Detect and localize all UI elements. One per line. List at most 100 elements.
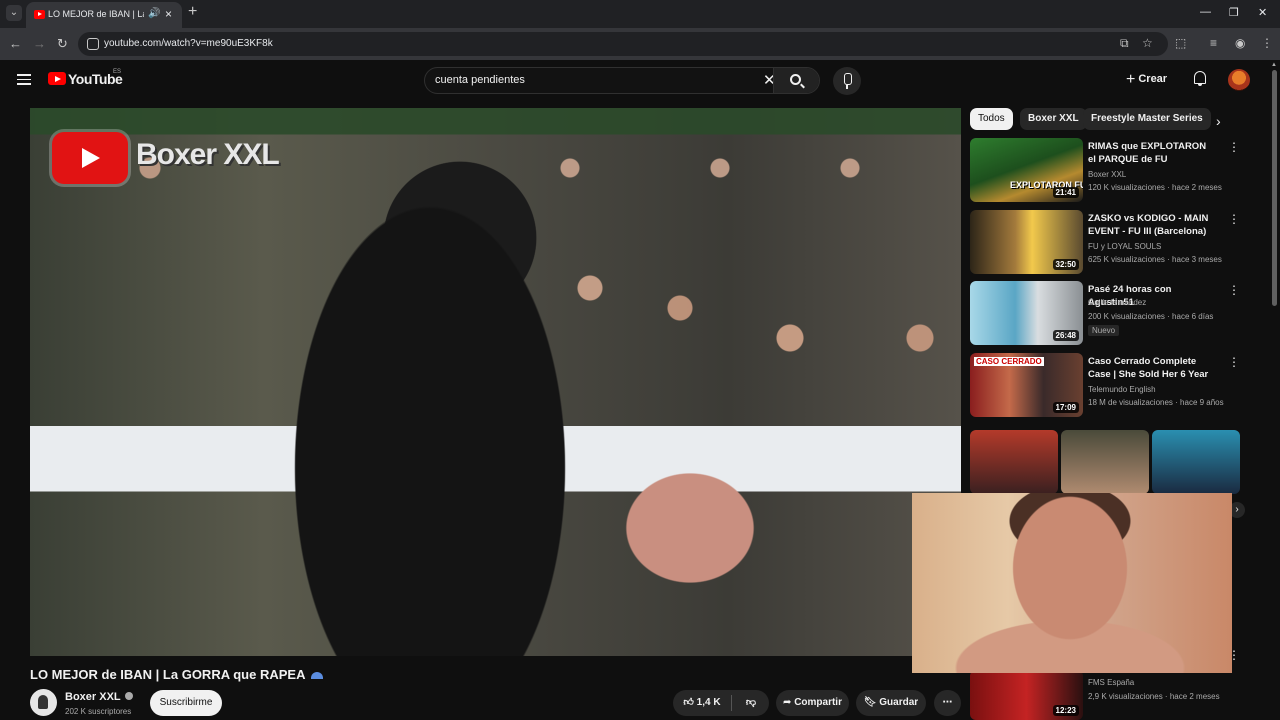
scroll-up-icon[interactable]: ▲: [1271, 62, 1277, 68]
list-item[interactable]: 26:48 Pasé 24 horas con Agustin51 Guille…: [970, 281, 1240, 349]
notifications-bell-icon[interactable]: [1193, 70, 1207, 86]
search-button[interactable]: [773, 68, 819, 93]
video-thumbnail[interactable]: CASO CERRADO 17:09: [970, 353, 1083, 417]
tab-search-icon[interactable]: ⌄: [6, 5, 22, 21]
recommendation-meta: 200 K visualizaciones · hace 6 días: [1088, 312, 1214, 321]
forward-icon[interactable]: →: [33, 36, 46, 51]
recommendation-meta: 120 K visualizaciones · hace 2 meses: [1088, 183, 1222, 192]
duration-badge: 12:23: [1052, 705, 1079, 716]
duration-badge: 26:48: [1052, 330, 1079, 341]
more-options-icon[interactable]: ⋮: [1228, 140, 1240, 154]
search-icon: [790, 74, 801, 85]
site-info-icon[interactable]: [87, 38, 99, 50]
media-control-icon[interactable]: ≡: [1210, 36, 1217, 50]
extensions-icon[interactable]: ⬚: [1175, 36, 1186, 50]
share-icon: ➦: [783, 697, 795, 708]
reload-icon[interactable]: ↻: [57, 36, 68, 52]
like-button[interactable]: 👍︎ 1,4 K: [673, 690, 731, 716]
close-window-icon[interactable]: ✕: [1258, 6, 1267, 19]
thumbnail-text: CASO CERRADO: [974, 357, 1044, 366]
recommendation-title[interactable]: RIMAS que EXPLOTARON el PARQUE de FU MON…: [1088, 140, 1216, 167]
page-scrollbar[interactable]: [1272, 70, 1277, 306]
more-options-icon[interactable]: ⋮: [1228, 648, 1240, 662]
url-text[interactable]: youtube.com/watch?v=me90uE3KF8k: [104, 38, 273, 49]
duration-badge: 21:41: [1052, 187, 1079, 198]
video-thumbnail[interactable]: 12:23: [970, 670, 1083, 720]
recommendation-title[interactable]: ZASKO vs KODIGO - MAIN EVENT - FU III (B…: [1088, 212, 1216, 238]
webcam-overlay: [912, 493, 1232, 673]
browser-tabstrip: ⌄ LO MEJOR de IBAN | La GO 🔊 × + — ❐ ✕: [0, 0, 1280, 28]
video-thumbnail[interactable]: 32:50: [970, 210, 1083, 274]
dislike-button[interactable]: 👎︎: [737, 690, 765, 716]
verified-icon: [124, 692, 133, 700]
recommendation-meta: 625 K visualizaciones · hace 3 meses: [1088, 255, 1222, 264]
audio-playing-icon[interactable]: 🔊: [148, 8, 160, 19]
channel-watermark-text: Boxer XXL: [136, 138, 280, 171]
voice-search-icon[interactable]: [833, 67, 861, 95]
bookmark-star-icon[interactable]: ☆: [1142, 36, 1153, 50]
recommendation-title[interactable]: Caso Cerrado Complete Case | She Sold He…: [1088, 355, 1216, 382]
thumbs-up-icon: 👍︎: [683, 697, 697, 708]
address-bar[interactable]: youtube.com/watch?v=me90uE3KF8k ⧉ ☆: [78, 32, 1168, 56]
thumbs-down-icon: 👎︎: [745, 697, 757, 708]
browser-tab[interactable]: LO MEJOR de IBAN | La GO 🔊 ×: [26, 2, 182, 28]
video-player[interactable]: Boxer XXL: [30, 108, 961, 656]
short-thumbnail[interactable]: [970, 430, 1058, 494]
chip-boxer-xxl[interactable]: Boxer XXL: [1020, 108, 1087, 130]
video-title: LO MEJOR de IBAN | La GORRA que RAPEA: [30, 667, 324, 682]
chip-todos[interactable]: Todos: [970, 108, 1013, 130]
channel-name-text[interactable]: Boxer XXL: [65, 691, 121, 703]
short-thumbnail[interactable]: [1152, 430, 1240, 494]
channel-avatar[interactable]: [30, 689, 57, 716]
share-label: Compartir: [794, 697, 842, 708]
subscribe-button[interactable]: Suscribirme: [150, 690, 222, 716]
more-options-icon[interactable]: ⋮: [1228, 283, 1240, 297]
shorts-shelf: [970, 430, 1240, 494]
video-thumbnail[interactable]: EXPLOTARON FU MONS 21:41: [970, 138, 1083, 202]
recommendation-channel[interactable]: FU y LOYAL SOULS: [1088, 242, 1161, 251]
recommendation-channel[interactable]: Telemundo English: [1088, 385, 1156, 394]
video-title-text: LO MEJOR de IBAN | La GORRA que RAPEA: [30, 667, 306, 682]
youtube-masthead: YouTube ES cuenta pendientes ✕ + Crear: [0, 60, 1270, 100]
duration-badge: 32:50: [1052, 259, 1079, 270]
more-options-icon[interactable]: ⋮: [1228, 355, 1240, 369]
search-box[interactable]: cuenta pendientes ✕: [424, 67, 820, 94]
channel-name[interactable]: Boxer XXL: [65, 691, 133, 703]
create-button[interactable]: + Crear: [1126, 71, 1167, 89]
search-input[interactable]: cuenta pendientes: [435, 74, 525, 86]
share-button[interactable]: ➦ Compartir: [776, 690, 849, 716]
save-button[interactable]: 🔖︎ Guardar: [856, 690, 926, 716]
new-tab-icon[interactable]: +: [188, 3, 197, 21]
menu-icon[interactable]: [17, 74, 31, 85]
recommendation-channel[interactable]: Boxer XXL: [1088, 170, 1126, 179]
recommendation-meta: 2,9 K visualizaciones · hace 2 meses: [1088, 692, 1220, 701]
more-actions-icon[interactable]: ⋯: [934, 690, 961, 716]
create-label: Crear: [1138, 73, 1168, 85]
video-thumbnail[interactable]: 26:48: [970, 281, 1083, 345]
list-item[interactable]: 12:23 FMS España 2,9 K visualizaciones ·…: [970, 670, 1228, 720]
profile-icon[interactable]: ◉: [1235, 36, 1245, 50]
cast-icon[interactable]: ⧉: [1120, 36, 1129, 51]
recommendation-channel[interactable]: FMS España: [1088, 678, 1134, 687]
recommendation-meta: 18 M de visualizaciones · hace 9 años: [1088, 398, 1224, 407]
list-item[interactable]: EXPLOTARON FU MONS 21:41 RIMAS que EXPLO…: [970, 138, 1240, 206]
short-thumbnail[interactable]: [1061, 430, 1149, 494]
chevron-right-icon[interactable]: ›: [1216, 113, 1221, 129]
country-code: ES: [113, 69, 122, 75]
youtube-logo-icon[interactable]: [48, 72, 66, 85]
bookmark-icon: 🔖︎: [863, 697, 880, 708]
close-tab-icon[interactable]: ×: [165, 7, 172, 21]
restore-icon[interactable]: ❐: [1229, 6, 1239, 19]
more-options-icon[interactable]: ⋮: [1228, 212, 1240, 226]
recommendation-channel[interactable]: Guille fernandez: [1088, 298, 1146, 307]
list-item[interactable]: CASO CERRADO 17:09 Caso Cerrado Complete…: [970, 353, 1240, 421]
chip-freestyle-master-series[interactable]: Freestyle Master Series: [1083, 108, 1211, 130]
browser-menu-icon[interactable]: ⋮: [1261, 36, 1273, 50]
minimize-icon[interactable]: —: [1200, 6, 1211, 18]
youtube-favicon-icon: [34, 10, 45, 19]
back-icon[interactable]: ←: [9, 36, 22, 51]
tab-title: LO MEJOR de IBAN | La GO: [48, 9, 144, 19]
user-avatar[interactable]: [1228, 69, 1250, 91]
like-count: 1,4 K: [696, 697, 721, 708]
list-item[interactable]: 32:50 ZASKO vs KODIGO - MAIN EVENT - FU …: [970, 210, 1240, 278]
